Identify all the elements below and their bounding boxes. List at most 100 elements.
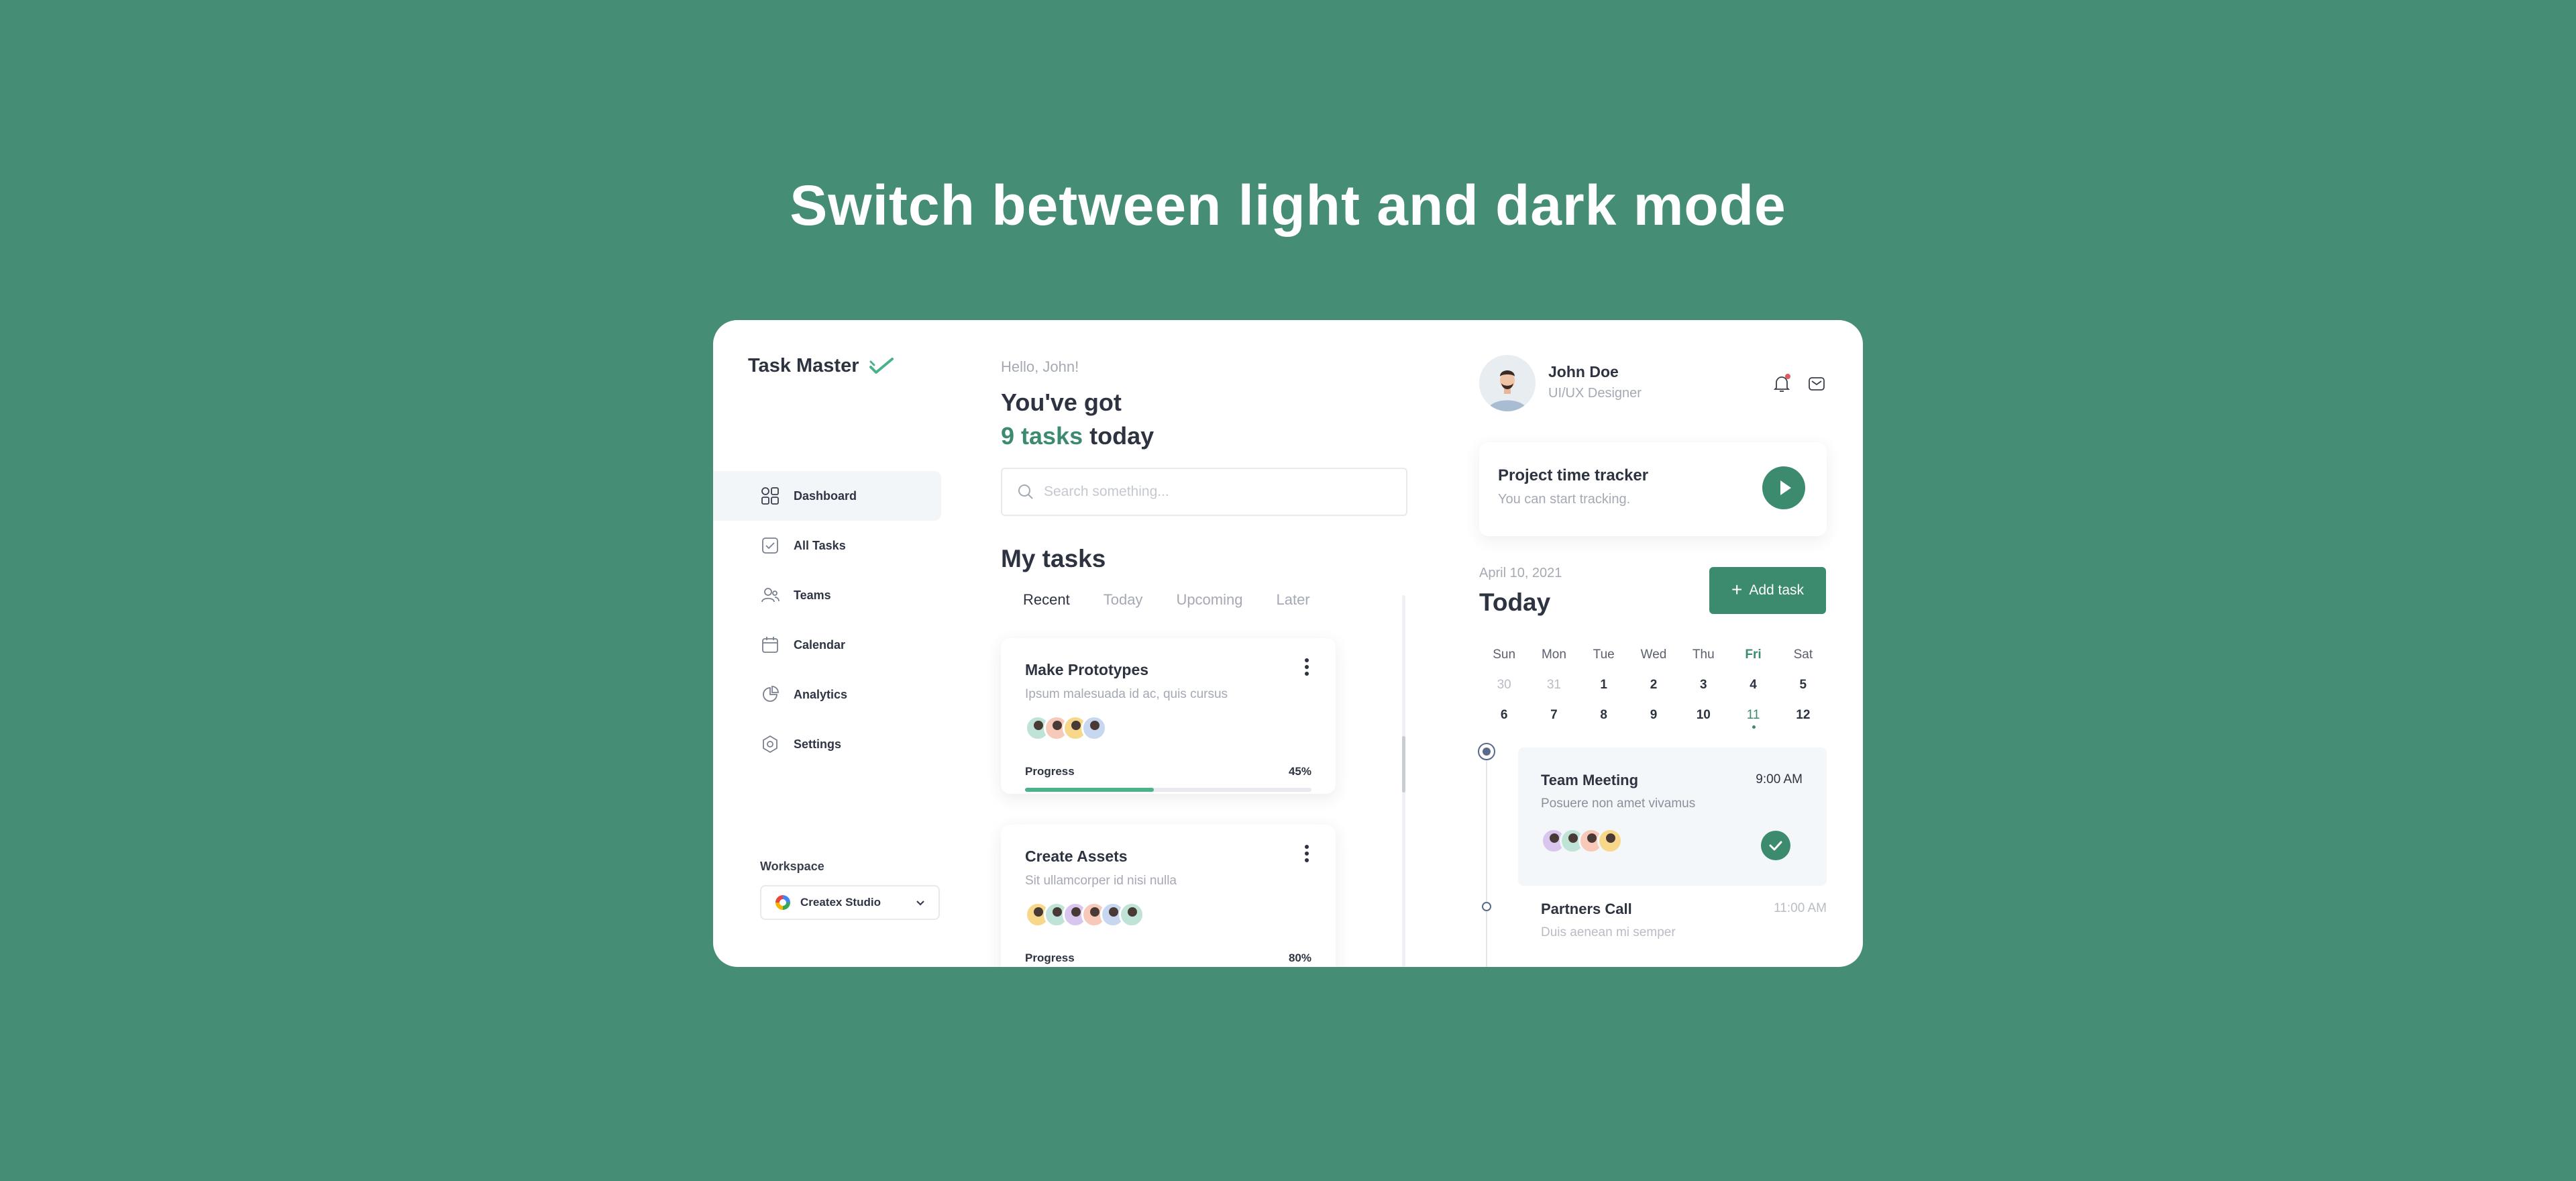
complete-button[interactable] <box>1761 831 1790 860</box>
current-date: April 10, 2021 <box>1479 566 1562 580</box>
weekday: Wed <box>1640 647 1667 662</box>
weekday: Thu <box>1692 647 1715 662</box>
workspace-label: Workspace <box>760 860 824 873</box>
more-options-icon[interactable] <box>1303 658 1310 678</box>
timeline-dot-active <box>1478 743 1495 760</box>
sidebar-item-label: All Tasks <box>794 538 846 552</box>
event-title: Partners Call <box>1541 901 1632 917</box>
sidebar-item-label: Teams <box>794 588 831 602</box>
task-title: Make Prototypes <box>1025 661 1149 678</box>
dashboard-icon <box>761 487 779 505</box>
profile-name: John Doe <box>1548 363 1619 380</box>
calendar-day[interactable]: 30 <box>1479 678 1529 692</box>
scrollbar-thumb[interactable] <box>1402 736 1405 792</box>
messages-button[interactable] <box>1807 374 1827 394</box>
mail-icon <box>1809 377 1825 391</box>
calendar: Sun Mon Tue Wed Thu Fri Sat 30 31 1 2 3 … <box>1479 639 1828 730</box>
task-card[interactable]: Make Prototypes Ipsum malesuada id ac, q… <box>1001 638 1336 794</box>
task-card[interactable]: Create Assets Sit ullamcorper id nisi nu… <box>1001 825 1336 967</box>
time-tracker-card: Project time tracker You can start track… <box>1479 442 1827 536</box>
calendar-day-selected[interactable]: 11 <box>1728 708 1778 729</box>
greeting: Hello, John! <box>1001 358 1079 375</box>
progress-row: Progress 80% <box>1025 952 1311 965</box>
timeline-dot <box>1482 902 1491 911</box>
event-avatars <box>1541 828 1623 855</box>
weekday: Tue <box>1593 647 1615 662</box>
search-input[interactable] <box>1044 484 1393 500</box>
my-tasks-title: My tasks <box>1001 545 1106 572</box>
progress-label: Progress <box>1025 765 1075 778</box>
headline: Switch between light and dark mode <box>790 174 1786 237</box>
calendar-day[interactable]: 7 <box>1529 708 1578 723</box>
task-avatars <box>1025 902 1311 929</box>
calendar-day[interactable]: 5 <box>1778 678 1828 692</box>
event-title: Team Meeting <box>1541 772 1639 788</box>
event-card[interactable]: Team Meeting 9:00 AM Posuere non amet vi… <box>1518 748 1827 886</box>
event-subtitle: Posuere non amet vivamus <box>1541 797 1696 811</box>
analytics-icon <box>763 686 779 702</box>
calendar-weekdays: Sun Mon Tue Wed Thu Fri Sat <box>1479 639 1828 670</box>
avatar[interactable] <box>1479 355 1536 411</box>
tab-upcoming[interactable]: Upcoming <box>1176 591 1242 609</box>
calendar-day[interactable]: 8 <box>1579 708 1629 723</box>
tracker-subtitle: You can start tracking. <box>1498 492 1631 507</box>
sidebar-item-calendar[interactable]: Calendar <box>713 620 941 670</box>
calendar-day[interactable]: 12 <box>1778 708 1828 723</box>
task-tabs: Recent Today Upcoming Later <box>1023 591 1310 609</box>
task-subtitle: Ipsum malesuada id ac, quis cursus <box>1025 687 1228 701</box>
progress-label: Progress <box>1025 952 1075 964</box>
calendar-day[interactable]: 3 <box>1678 678 1728 692</box>
createx-logo-icon <box>775 895 790 910</box>
tab-today[interactable]: Today <box>1104 591 1143 609</box>
avatar <box>1597 828 1623 854</box>
check-icon <box>1769 841 1782 851</box>
calendar-day[interactable]: 31 <box>1529 678 1578 692</box>
tasks-icon <box>762 537 778 554</box>
notifications-button[interactable] <box>1772 374 1792 394</box>
search-icon <box>1018 484 1033 499</box>
calendar-day[interactable]: 2 <box>1629 678 1678 692</box>
heading-suffix: today <box>1089 422 1155 450</box>
brand: Task Master <box>748 355 894 377</box>
calendar-day[interactable]: 4 <box>1728 678 1778 692</box>
calendar-day[interactable]: 6 <box>1479 708 1529 723</box>
brand-name: Task Master <box>748 355 859 376</box>
calendar-icon <box>762 637 778 653</box>
progress-value: 80% <box>1288 952 1311 964</box>
calendar-day[interactable]: 10 <box>1678 708 1728 723</box>
sidebar-item-all-tasks[interactable]: All Tasks <box>713 521 941 570</box>
event-time: 9:00 AM <box>1756 772 1803 786</box>
user-avatar-icon <box>1487 370 1527 411</box>
timeline-line <box>1486 756 1487 967</box>
task-count: 9 tasks <box>1001 422 1083 450</box>
check-logo-icon <box>869 357 894 374</box>
sidebar-item-label: Settings <box>794 737 842 751</box>
add-task-label: Add task <box>1749 582 1805 598</box>
sidebar-item-settings[interactable]: Settings <box>713 719 941 769</box>
plus-icon: + <box>1731 578 1743 600</box>
tab-later[interactable]: Later <box>1276 591 1309 609</box>
sidebar-item-label: Calendar <box>794 637 846 652</box>
workspace-value: Createx Studio <box>800 896 881 909</box>
search-box[interactable] <box>1001 468 1407 516</box>
sidebar-item-dashboard[interactable]: Dashboard <box>713 471 941 521</box>
avatar <box>1119 902 1144 927</box>
play-button[interactable] <box>1762 466 1805 509</box>
event-time: 11:00 AM <box>1774 901 1827 915</box>
tab-recent[interactable]: Recent <box>1023 591 1070 609</box>
workspace-select[interactable]: Createx Studio <box>760 885 940 920</box>
more-options-icon[interactable] <box>1303 845 1310 865</box>
calendar-day[interactable]: 9 <box>1629 708 1678 723</box>
chevron-down-icon <box>916 901 924 906</box>
tracker-title: Project time tracker <box>1498 466 1649 484</box>
progress-row: Progress 45% <box>1025 765 1311 778</box>
calendar-day[interactable]: 1 <box>1579 678 1629 692</box>
task-title: Create Assets <box>1025 848 1128 865</box>
settings-icon <box>763 735 777 754</box>
sidebar-item-analytics[interactable]: Analytics <box>713 670 941 719</box>
add-task-button[interactable]: + Add task <box>1709 567 1826 614</box>
sidebar-item-teams[interactable]: Teams <box>713 570 941 620</box>
weekday: Sat <box>1793 647 1813 662</box>
task-avatars <box>1025 715 1311 742</box>
weekday: Fri <box>1745 647 1762 662</box>
